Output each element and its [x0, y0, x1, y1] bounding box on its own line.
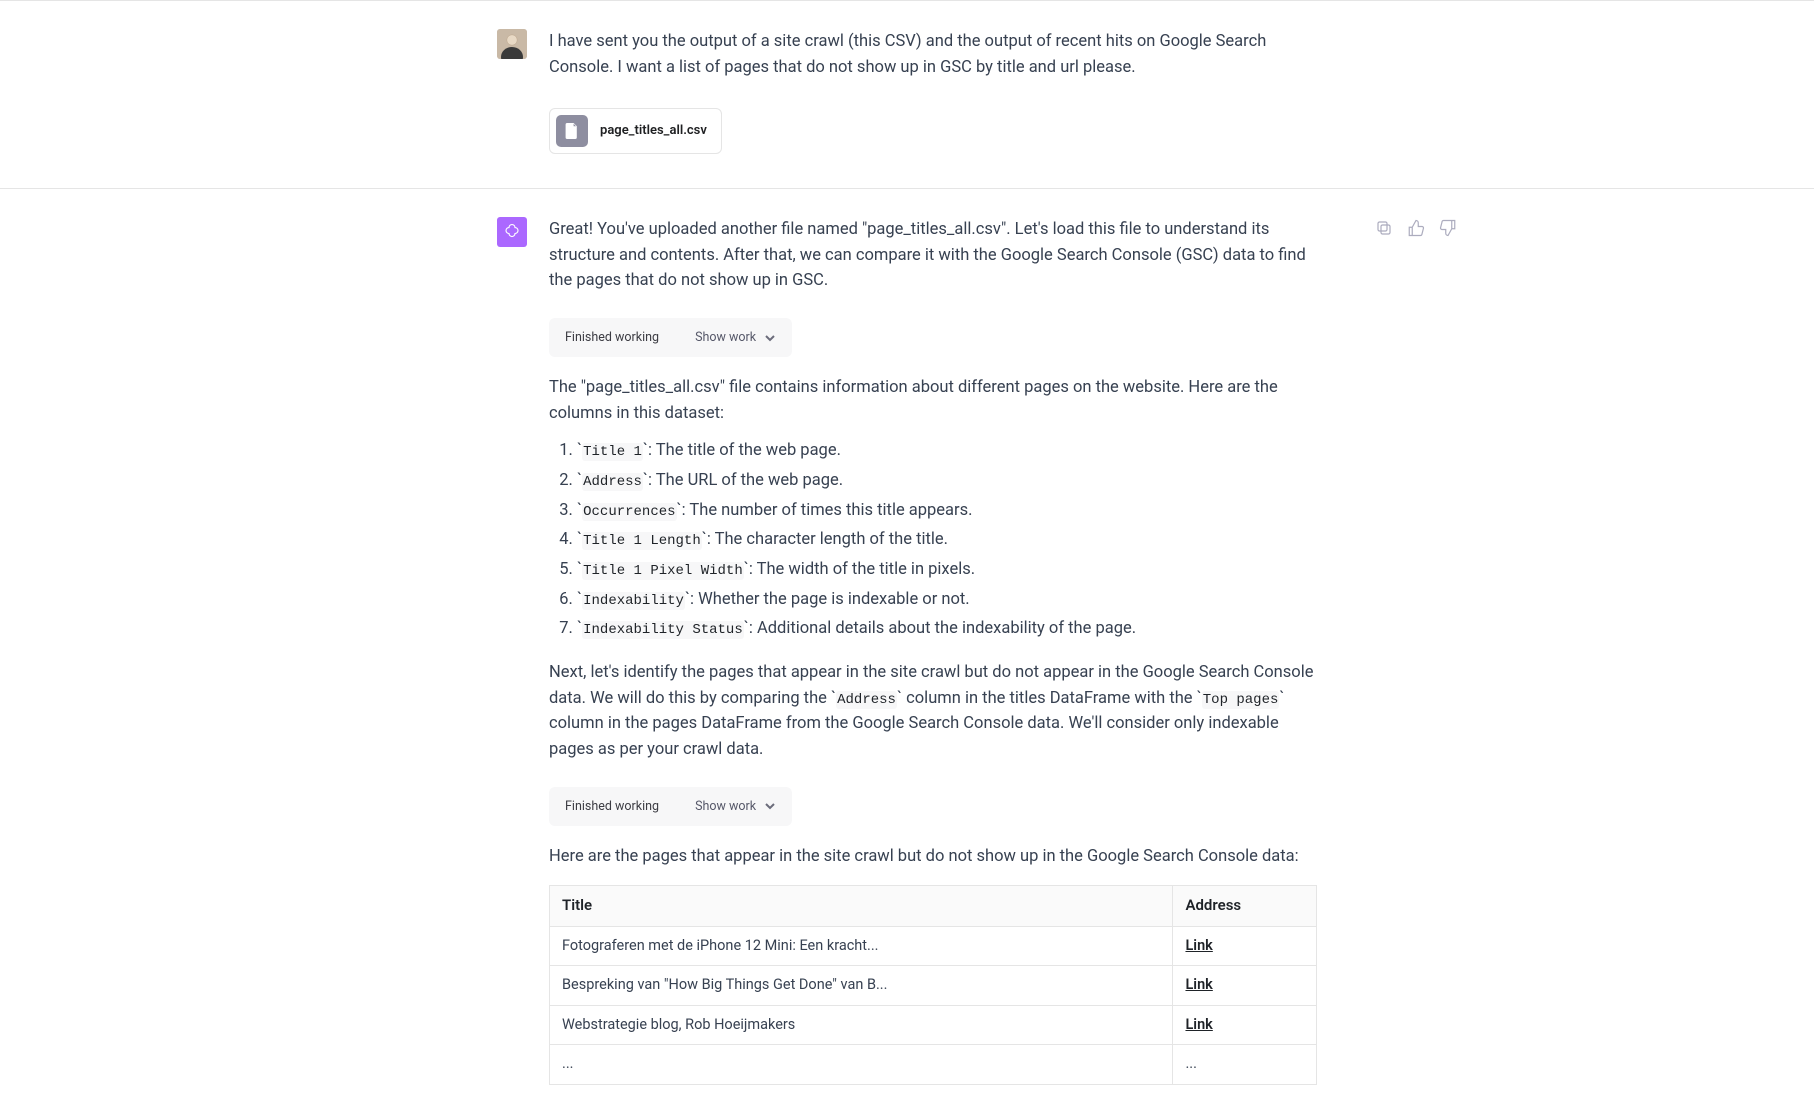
column-item: `Title 1 Length`: The character length o…: [577, 527, 1317, 553]
assistant-avatar: [497, 217, 527, 247]
plan-paragraph: Next, let's identify the pages that appe…: [549, 660, 1317, 762]
cell-address: ...: [1173, 1045, 1317, 1084]
status-label: Finished working: [565, 797, 659, 816]
result-intro: Here are the pages that appear in the si…: [549, 844, 1317, 870]
code-interpreter-status[interactable]: Finished working Show work: [549, 318, 792, 357]
address-link[interactable]: Link: [1185, 976, 1212, 993]
cell-title: Fotograferen met de iPhone 12 Mini: Een …: [550, 926, 1173, 965]
column-item: `Address`: The URL of the web page.: [577, 468, 1317, 494]
column-item: `Indexability Status`: Additional detail…: [577, 616, 1317, 642]
col-address: Address: [1173, 886, 1317, 926]
status-label: Finished working: [565, 328, 659, 347]
attachment-filename: page_titles_all.csv: [600, 121, 707, 141]
assistant-intro: Great! You've uploaded another file name…: [549, 217, 1317, 294]
assistant-turn: Great! You've uploaded another file name…: [0, 188, 1814, 1118]
table-row: Bespreking van "How Big Things Get Done"…: [550, 966, 1317, 1005]
chevron-down-icon: [764, 332, 776, 344]
feedback-bar: [1375, 219, 1457, 246]
cell-title: Webstrategie blog, Rob Hoeijmakers: [550, 1005, 1173, 1044]
column-item: `Indexability`: Whether the page is inde…: [577, 587, 1317, 613]
chevron-down-icon: [764, 800, 776, 812]
show-work-toggle[interactable]: Show work: [695, 797, 776, 816]
cell-address: Link: [1173, 1005, 1317, 1044]
address-link[interactable]: Link: [1185, 937, 1212, 954]
col-title: Title: [550, 886, 1173, 926]
address-link[interactable]: Link: [1185, 1016, 1212, 1033]
cell-address: Link: [1173, 966, 1317, 1005]
copy-icon[interactable]: [1375, 219, 1393, 246]
file-attachment[interactable]: page_titles_all.csv: [549, 108, 722, 154]
cell-address: Link: [1173, 926, 1317, 965]
cell-title: ...: [550, 1045, 1173, 1084]
columns-list: `Title 1`: The title of the web page. `Ad…: [577, 438, 1317, 642]
show-work-toggle[interactable]: Show work: [695, 328, 776, 347]
user-avatar: [497, 29, 527, 59]
thumbs-up-icon[interactable]: [1407, 219, 1425, 246]
column-item: `Title 1`: The title of the web page.: [577, 438, 1317, 464]
user-message: I have sent you the output of a site cra…: [549, 29, 1317, 80]
table-row: Webstrategie blog, Rob Hoeijmakers Link: [550, 1005, 1317, 1044]
cell-title: Bespreking van "How Big Things Get Done"…: [550, 966, 1173, 1005]
result-tbody: Fotograferen met de iPhone 12 Mini: Een …: [550, 926, 1317, 1084]
result-table: Title Address Fotograferen met de iPhone…: [549, 885, 1317, 1084]
table-row: ......: [550, 1045, 1317, 1084]
column-item: `Title 1 Pixel Width`: The width of the …: [577, 557, 1317, 583]
columns-intro: The "page_titles_all.csv" file contains …: [549, 375, 1317, 426]
table-row: Fotograferen met de iPhone 12 Mini: Een …: [550, 926, 1317, 965]
code-interpreter-status-2[interactable]: Finished working Show work: [549, 787, 792, 826]
file-icon: [556, 115, 588, 147]
column-item: `Occurrences`: The number of times this …: [577, 498, 1317, 524]
user-turn: I have sent you the output of a site cra…: [0, 0, 1814, 188]
thumbs-down-icon[interactable]: [1439, 219, 1457, 246]
